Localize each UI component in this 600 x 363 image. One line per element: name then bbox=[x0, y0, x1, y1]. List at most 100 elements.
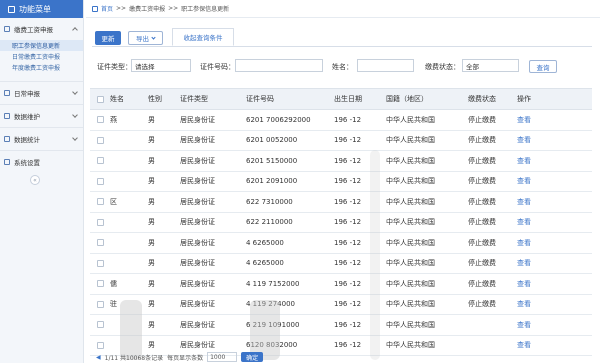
per-page-input[interactable]: 1000 bbox=[207, 352, 238, 362]
cell-idno: 6201 7006292000 bbox=[246, 115, 311, 124]
row-checkbox[interactable] bbox=[96, 280, 104, 288]
row-checkbox[interactable] bbox=[96, 341, 104, 349]
app-window: 功能菜单 缴费工资申报 职工参保信息更新 日常缴费工资申报 年度缴费工资申报 日… bbox=[0, 0, 600, 363]
cell-country: 中华人民共和国 bbox=[386, 259, 435, 268]
view-link[interactable]: 查看 bbox=[517, 156, 557, 166]
cell-name: 区 bbox=[110, 197, 117, 206]
view-link[interactable]: 查看 bbox=[517, 340, 557, 350]
query-button[interactable]: 查询 bbox=[529, 60, 557, 73]
chevron-down-icon bbox=[72, 89, 78, 95]
folder-icon bbox=[4, 26, 10, 32]
collapse-sidebar-button[interactable]: « bbox=[30, 175, 40, 185]
sidebar-item-annual-wage-declare[interactable]: 年度缴费工资申报 bbox=[0, 62, 83, 73]
view-link[interactable]: 查看 bbox=[517, 258, 557, 268]
row-select-cell bbox=[90, 239, 110, 247]
prev-page-icon[interactable]: ◀ bbox=[96, 354, 101, 361]
update-button[interactable]: 更新 bbox=[95, 31, 121, 45]
page-info: 1/11 共10068条记录 bbox=[104, 354, 164, 362]
row-checkbox[interactable] bbox=[96, 239, 104, 247]
table-row: 男居民身份证 6201 2091000 196 -12 中华人民共和国 停止缴费 查看 bbox=[90, 172, 592, 192]
database-icon bbox=[4, 113, 10, 119]
row-checkbox[interactable] bbox=[96, 157, 104, 165]
cell-gender: 男 bbox=[148, 341, 155, 350]
cell-idno: 622 7310000 bbox=[246, 197, 293, 206]
cell-idno: 6201 5150000 bbox=[246, 156, 298, 165]
export-label: 导出 bbox=[136, 35, 149, 43]
sidebar-item-daily-wage-declare[interactable]: 日常缴费工资申报 bbox=[0, 51, 83, 62]
view-link[interactable]: 查看 bbox=[517, 217, 557, 227]
cell-country: 中华人民共和国 bbox=[386, 300, 435, 309]
cell-country: 中华人民共和国 bbox=[386, 197, 435, 206]
cell-idtype: 居民身份证 bbox=[180, 238, 215, 247]
cell-status: 停止缴费 bbox=[468, 177, 496, 186]
row-select-cell bbox=[90, 177, 110, 185]
breadcrumb-level1: 缴费工资申报 bbox=[129, 6, 166, 13]
row-select-cell bbox=[90, 157, 110, 165]
view-link[interactable]: 查看 bbox=[517, 320, 557, 330]
cell-gender: 男 bbox=[148, 136, 155, 145]
row-checkbox[interactable] bbox=[96, 136, 104, 144]
view-link[interactable]: 查看 bbox=[517, 115, 557, 125]
chart-icon bbox=[4, 136, 10, 142]
table-row: 区男居民身份证 622 7310000 196 -12 中华人民共和国 停止缴费 查看 bbox=[90, 192, 592, 213]
row-checkbox[interactable] bbox=[96, 300, 104, 308]
view-link[interactable]: 查看 bbox=[517, 238, 557, 248]
export-button[interactable]: 导出 bbox=[128, 31, 163, 45]
cell-status: 停止缴费 bbox=[468, 136, 496, 145]
cell-gender: 男 bbox=[148, 300, 155, 309]
view-link[interactable]: 查看 bbox=[517, 279, 557, 289]
table-row: 驻男居民身份证 4 119 274000 196 -12 中华人民共和国 停止缴费 查看 bbox=[90, 295, 592, 315]
row-checkbox[interactable] bbox=[96, 218, 104, 226]
privacy-blur bbox=[370, 150, 380, 360]
row-checkbox[interactable] bbox=[96, 259, 104, 267]
sidebar-title: 功能菜单 bbox=[0, 0, 83, 18]
sidebar-group-data-maintain[interactable]: 数据维护 bbox=[0, 105, 83, 127]
table-row: 儒男居民身份证 4 119 7152000 196 -12 中华人民共和国 停止缴费 查看 bbox=[90, 274, 592, 295]
sidebar-group-system-settings[interactable]: 系统设置 bbox=[0, 151, 83, 173]
col-header-name: 姓名 bbox=[110, 95, 124, 103]
sidebar-group-wage-declare[interactable]: 缴费工资申报 bbox=[0, 18, 83, 40]
sidebar-item-insured-info-update[interactable]: 职工参保信息更新 bbox=[0, 40, 83, 51]
cell-idno: 6201 0052000 bbox=[246, 136, 298, 145]
row-checkbox[interactable] bbox=[96, 321, 104, 329]
status-select[interactable]: 全部 bbox=[462, 59, 519, 72]
view-link[interactable]: 查看 bbox=[517, 135, 557, 145]
cell-name: 儒 bbox=[110, 279, 117, 288]
chevron-down-icon bbox=[72, 135, 78, 141]
cell-idno: 622 2110000 bbox=[246, 218, 293, 227]
tab-divider bbox=[92, 46, 592, 47]
col-header-status: 缴费状态 bbox=[468, 95, 496, 103]
row-checkbox[interactable] bbox=[96, 177, 104, 185]
col-header-op: 操作 bbox=[517, 95, 531, 103]
view-link[interactable]: 查看 bbox=[517, 299, 557, 309]
cell-idtype: 居民身份证 bbox=[180, 115, 215, 124]
sidebar-group-daily-declare[interactable]: 日常申报 bbox=[0, 82, 83, 104]
cell-status: 停止缴费 bbox=[468, 279, 496, 288]
sidebar-group-data-stats[interactable]: 数据统计 bbox=[0, 128, 83, 150]
view-link[interactable]: 查看 bbox=[517, 176, 557, 186]
row-checkbox[interactable] bbox=[96, 116, 104, 124]
cell-birth: 196 -12 bbox=[334, 136, 362, 145]
breadcrumb-home[interactable]: 首页 bbox=[101, 4, 113, 13]
id-type-select[interactable]: 请选择 bbox=[131, 59, 191, 72]
cell-country: 中华人民共和国 bbox=[386, 341, 435, 350]
tab-collapse-filters[interactable]: 收起查询条件 bbox=[172, 28, 234, 46]
table-header: 姓名 性别 证件类型 证件号码 出生日期 国籍（地区） 缴费状态 操作 bbox=[90, 88, 592, 110]
select-all-checkbox[interactable] bbox=[96, 95, 104, 103]
view-link[interactable]: 查看 bbox=[517, 197, 557, 207]
confirm-button[interactable]: 确定 bbox=[241, 352, 264, 362]
name-input[interactable] bbox=[357, 59, 414, 72]
col-header-gender: 性别 bbox=[148, 95, 162, 103]
row-select-cell bbox=[90, 280, 110, 288]
cell-idno: 6201 2091000 bbox=[246, 177, 298, 186]
row-select-cell bbox=[90, 116, 110, 124]
sidebar-group-label: 缴费工资申报 bbox=[14, 26, 53, 34]
row-checkbox[interactable] bbox=[96, 198, 104, 206]
cell-country: 中华人民共和国 bbox=[386, 177, 435, 186]
breadcrumb: 首页 >> 缴费工资申报 >> 职工参保信息更新 bbox=[86, 0, 600, 18]
id-no-input[interactable] bbox=[235, 59, 323, 72]
cell-country: 中华人民共和国 bbox=[386, 156, 435, 165]
cell-gender: 男 bbox=[148, 238, 155, 247]
id-no-label: 证件号码： bbox=[200, 63, 235, 71]
cell-gender: 男 bbox=[148, 279, 155, 288]
